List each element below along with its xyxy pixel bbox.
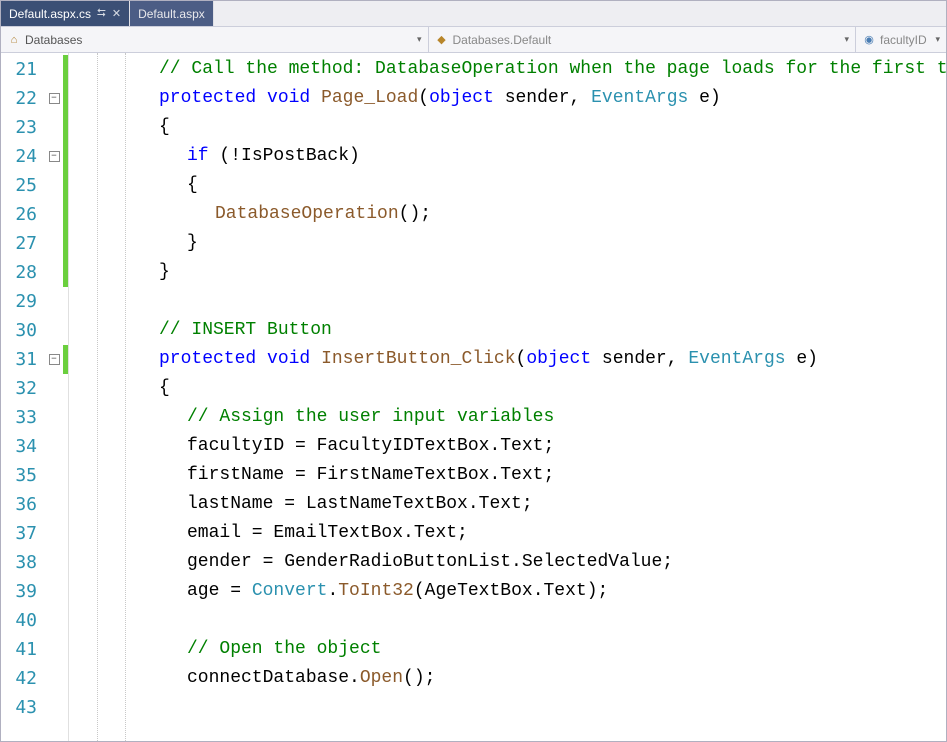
line-number: 40 (1, 606, 45, 635)
member-label: facultyID (880, 33, 931, 47)
code-line[interactable]: { (75, 113, 946, 142)
code-line[interactable]: // INSERT Button (75, 316, 946, 345)
code-line[interactable]: DatabaseOperation(); (75, 200, 946, 229)
code-line[interactable]: // Open the object (75, 635, 946, 664)
fold-column: − (45, 151, 63, 162)
code-line[interactable]: email = EmailTextBox.Text; (75, 519, 946, 548)
chevron-down-icon: ▾ (844, 34, 849, 45)
code-line[interactable]: age = Convert.ToInt32(AgeTextBox.Text); (75, 577, 946, 606)
gutter-row: 42 (1, 664, 68, 693)
line-number: 42 (1, 664, 45, 693)
tab-label: Default.aspx.cs (9, 7, 91, 21)
line-number: 41 (1, 635, 45, 664)
tab-default-cs[interactable]: Default.aspx.cs ⮀ ✕ (1, 1, 130, 26)
fold-toggle[interactable]: − (49, 354, 60, 365)
tab-default-aspx[interactable]: Default.aspx (130, 1, 214, 26)
code-line[interactable]: } (75, 229, 946, 258)
pin-icon[interactable]: ⮀ (97, 7, 106, 20)
namespace-icon: ⌂ (7, 33, 21, 47)
line-number: 27 (1, 229, 45, 258)
gutter-row: 37 (1, 519, 68, 548)
class-dropdown[interactable]: ◆ Databases.Default ▾ (429, 27, 857, 52)
line-number: 23 (1, 113, 45, 142)
line-number: 37 (1, 519, 45, 548)
code-area[interactable]: // Call the method: DatabaseOperation wh… (68, 53, 946, 741)
line-number: 24 (1, 142, 45, 171)
gutter-row: 30 (1, 316, 68, 345)
code-line[interactable]: lastName = LastNameTextBox.Text; (75, 490, 946, 519)
code-line[interactable]: { (75, 171, 946, 200)
line-number: 36 (1, 490, 45, 519)
gutter-row: 36 (1, 490, 68, 519)
line-number: 28 (1, 258, 45, 287)
gutter-row: 28 (1, 258, 68, 287)
gutter-row: 40 (1, 606, 68, 635)
code-line[interactable] (75, 287, 946, 316)
gutter-row: 32 (1, 374, 68, 403)
gutter-row: 22− (1, 84, 68, 113)
fold-toggle[interactable]: − (49, 151, 60, 162)
fold-toggle[interactable]: − (49, 93, 60, 104)
namespace-dropdown[interactable]: ⌂ Databases ▾ (1, 27, 429, 52)
gutter-row: 29 (1, 287, 68, 316)
fold-column: − (45, 93, 63, 104)
code-line[interactable]: facultyID = FacultyIDTextBox.Text; (75, 432, 946, 461)
line-number: 29 (1, 287, 45, 316)
code-line[interactable] (75, 693, 946, 722)
code-line[interactable]: protected void InsertButton_Click(object… (75, 345, 946, 374)
gutter-row: 24− (1, 142, 68, 171)
line-number: 33 (1, 403, 45, 432)
line-number: 21 (1, 55, 45, 84)
code-line[interactable]: connectDatabase.Open(); (75, 664, 946, 693)
code-line[interactable]: gender = GenderRadioButtonList.SelectedV… (75, 548, 946, 577)
gutter-row: 23 (1, 113, 68, 142)
gutter-row: 31− (1, 345, 68, 374)
class-icon: ◆ (435, 33, 449, 47)
document-tab-bar: Default.aspx.cs ⮀ ✕ Default.aspx (1, 1, 946, 27)
code-line[interactable]: } (75, 258, 946, 287)
gutter-row: 33 (1, 403, 68, 432)
code-line[interactable]: // Assign the user input variables (75, 403, 946, 432)
chevron-down-icon: ▾ (935, 34, 940, 45)
gutter-row: 41 (1, 635, 68, 664)
line-number: 26 (1, 200, 45, 229)
gutter-row: 27 (1, 229, 68, 258)
line-number: 38 (1, 548, 45, 577)
gutter-row: 26 (1, 200, 68, 229)
gutter: 2122−2324−25262728293031−323334353637383… (1, 53, 68, 741)
gutter-row: 38 (1, 548, 68, 577)
gutter-row: 34 (1, 432, 68, 461)
line-number: 39 (1, 577, 45, 606)
line-number: 25 (1, 171, 45, 200)
gutter-row: 39 (1, 577, 68, 606)
code-editor[interactable]: 2122−2324−25262728293031−323334353637383… (1, 53, 946, 741)
gutter-row: 25 (1, 171, 68, 200)
gutter-row: 35 (1, 461, 68, 490)
code-line[interactable]: if (!IsPostBack) (75, 142, 946, 171)
line-number: 31 (1, 345, 45, 374)
gutter-row: 43 (1, 693, 68, 722)
code-line[interactable] (75, 606, 946, 635)
line-number: 43 (1, 693, 45, 722)
code-line[interactable]: firstName = FirstNameTextBox.Text; (75, 461, 946, 490)
code-line[interactable]: // Call the method: DatabaseOperation wh… (75, 55, 946, 84)
namespace-label: Databases (25, 33, 413, 47)
line-number: 32 (1, 374, 45, 403)
member-dropdown[interactable]: ◉ facultyID ▾ (856, 27, 946, 52)
fold-column: − (45, 354, 63, 365)
line-number: 35 (1, 461, 45, 490)
line-number: 30 (1, 316, 45, 345)
chevron-down-icon: ▾ (417, 34, 422, 45)
gutter-row: 21 (1, 55, 68, 84)
close-icon[interactable]: ✕ (112, 7, 121, 20)
line-number: 22 (1, 84, 45, 113)
code-line[interactable]: { (75, 374, 946, 403)
tab-label: Default.aspx (138, 7, 205, 21)
code-line[interactable]: protected void Page_Load(object sender, … (75, 84, 946, 113)
code-nav-bar: ⌂ Databases ▾ ◆ Databases.Default ▾ ◉ fa… (1, 27, 946, 53)
line-number: 34 (1, 432, 45, 461)
field-icon: ◉ (862, 33, 876, 47)
class-label: Databases.Default (453, 33, 841, 47)
